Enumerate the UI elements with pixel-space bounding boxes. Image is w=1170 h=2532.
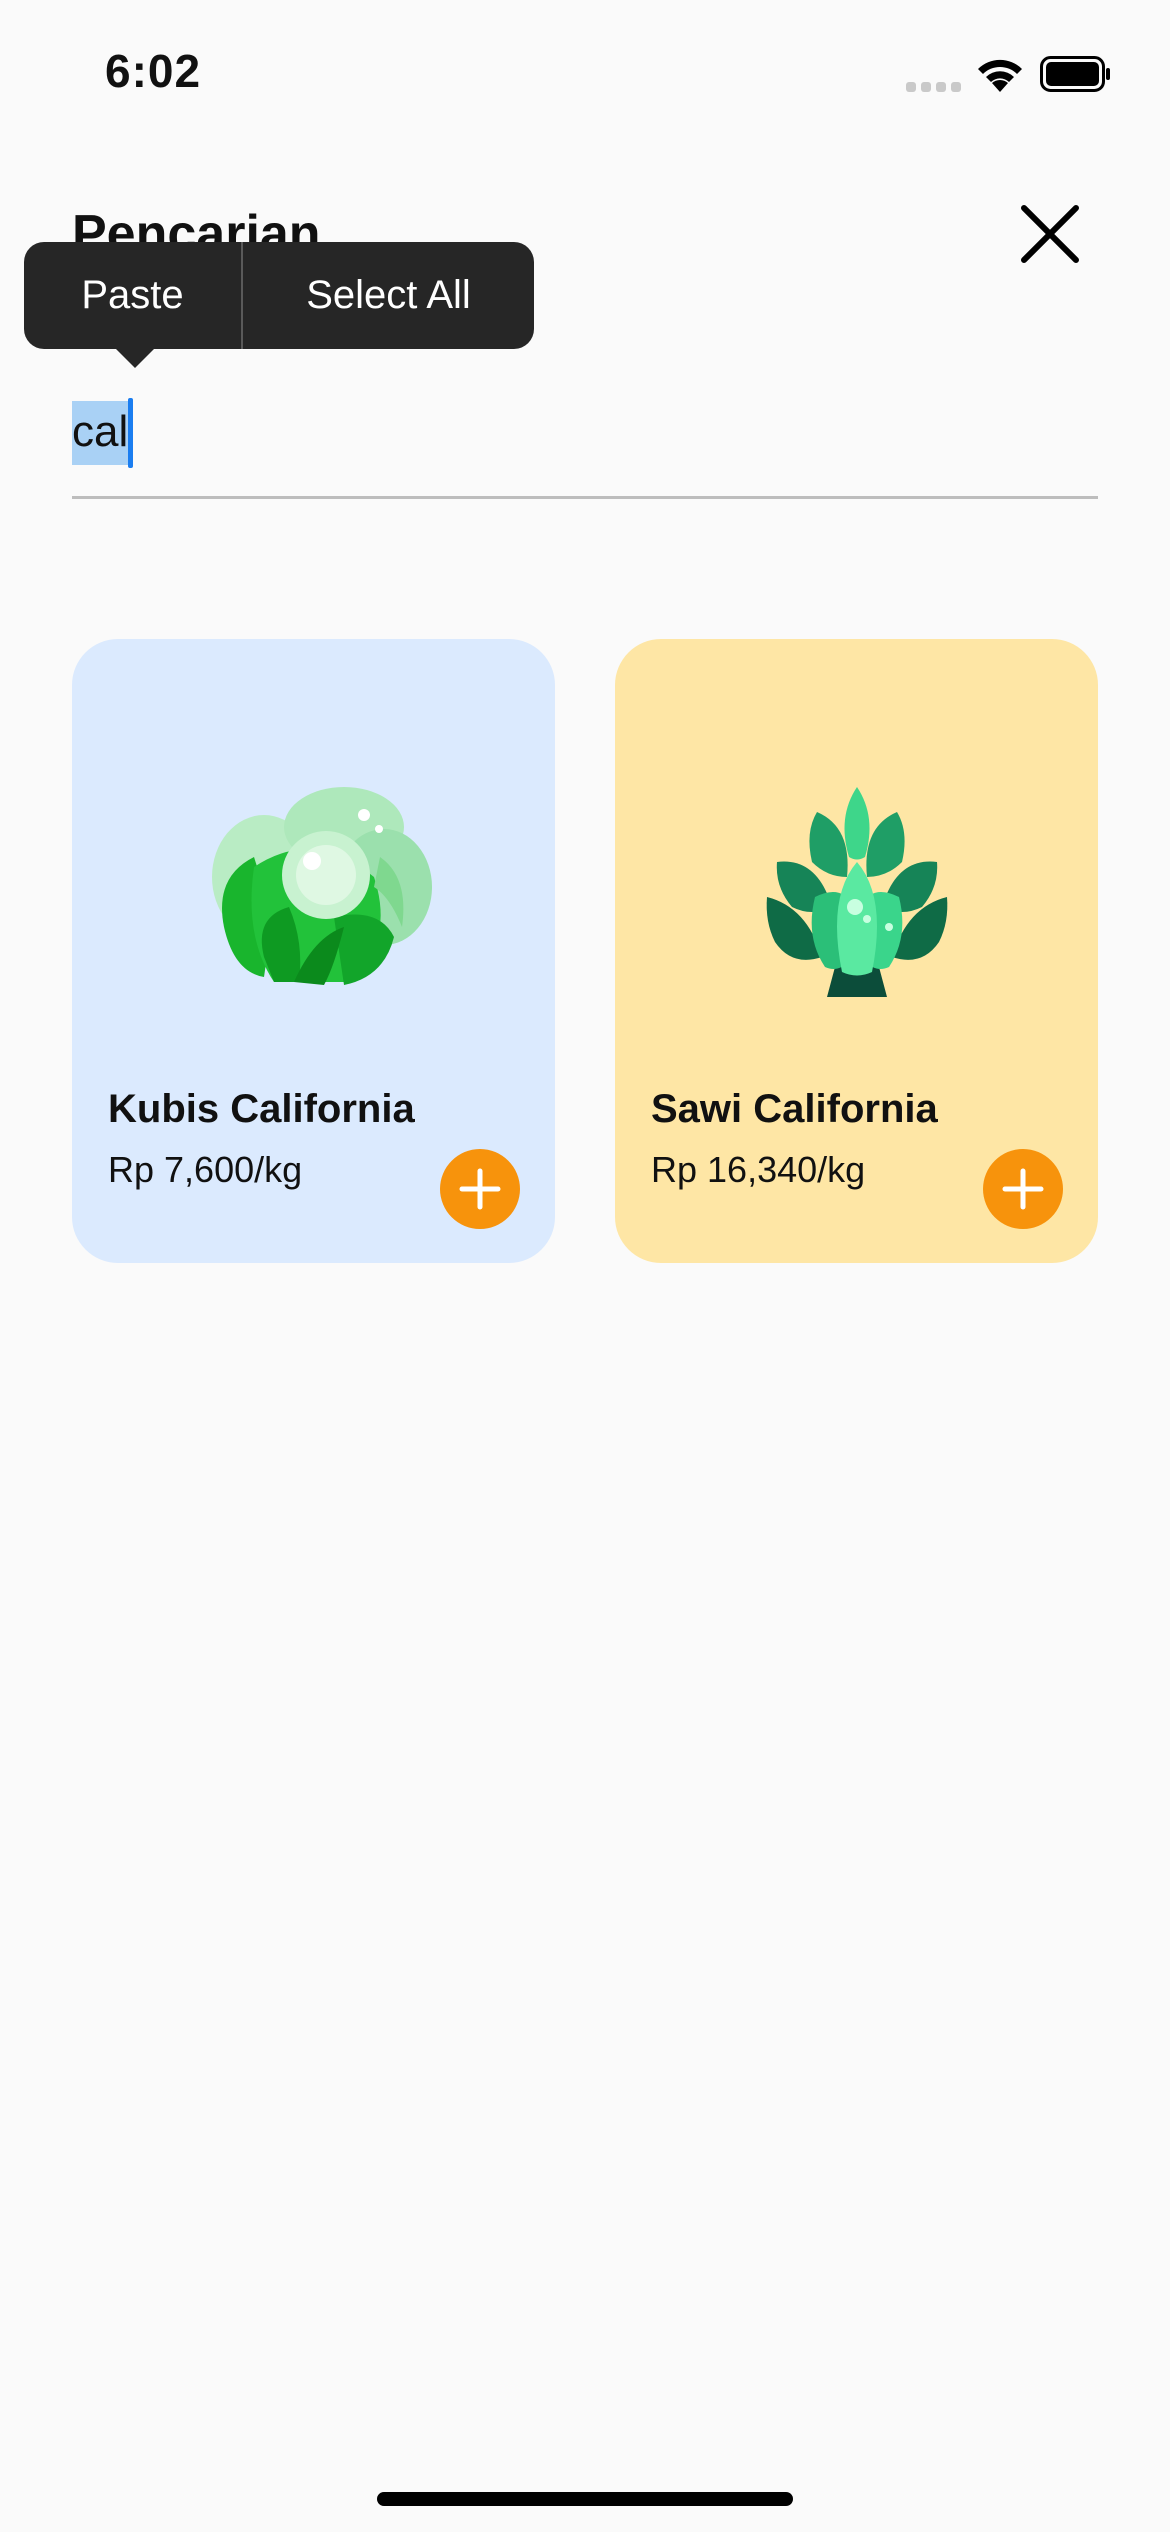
search-selected-text[interactable]: cal bbox=[72, 401, 129, 465]
plus-icon bbox=[459, 1168, 501, 1210]
select-all-menu-item[interactable]: Select All bbox=[243, 242, 534, 349]
add-to-cart-button[interactable] bbox=[983, 1149, 1063, 1229]
add-to-cart-button[interactable] bbox=[440, 1149, 520, 1229]
product-price: Rp 16,340/kg bbox=[651, 1149, 866, 1190]
product-name: Sawi California bbox=[651, 1087, 938, 1131]
search-screen: 6:02 Pencarian cal Paste Select All Kubi… bbox=[0, 0, 1170, 2532]
artichoke-icon bbox=[737, 767, 977, 1007]
cabbage-icon bbox=[194, 767, 434, 1007]
product-grid: Kubis California Rp 7,600/kg Sawi Califo… bbox=[72, 639, 1098, 1263]
battery-icon bbox=[1040, 56, 1112, 92]
close-icon bbox=[1021, 205, 1079, 263]
context-menu-arrow bbox=[115, 348, 155, 368]
signal-icon bbox=[906, 82, 962, 92]
wifi-icon bbox=[972, 54, 1028, 94]
product-name: Kubis California bbox=[108, 1087, 415, 1131]
search-input[interactable]: cal bbox=[72, 390, 1098, 500]
search-value-wrap: cal bbox=[72, 398, 134, 468]
text-context-menu: Paste Select All bbox=[24, 242, 534, 349]
paste-menu-item[interactable]: Paste bbox=[24, 242, 241, 349]
close-button[interactable] bbox=[1012, 196, 1088, 272]
search-underline bbox=[72, 496, 1098, 499]
status-bar: 6:02 bbox=[0, 0, 1170, 150]
text-caret bbox=[128, 398, 134, 468]
plus-icon bbox=[1002, 1168, 1044, 1210]
product-card-sawi-california[interactable]: Sawi California Rp 16,340/kg bbox=[615, 639, 1098, 1263]
product-card-kubis-california[interactable]: Kubis California Rp 7,600/kg bbox=[72, 639, 555, 1263]
product-price: Rp 7,600/kg bbox=[108, 1149, 303, 1190]
home-indicator[interactable] bbox=[377, 2492, 793, 2506]
status-time: 6:02 bbox=[105, 45, 202, 97]
